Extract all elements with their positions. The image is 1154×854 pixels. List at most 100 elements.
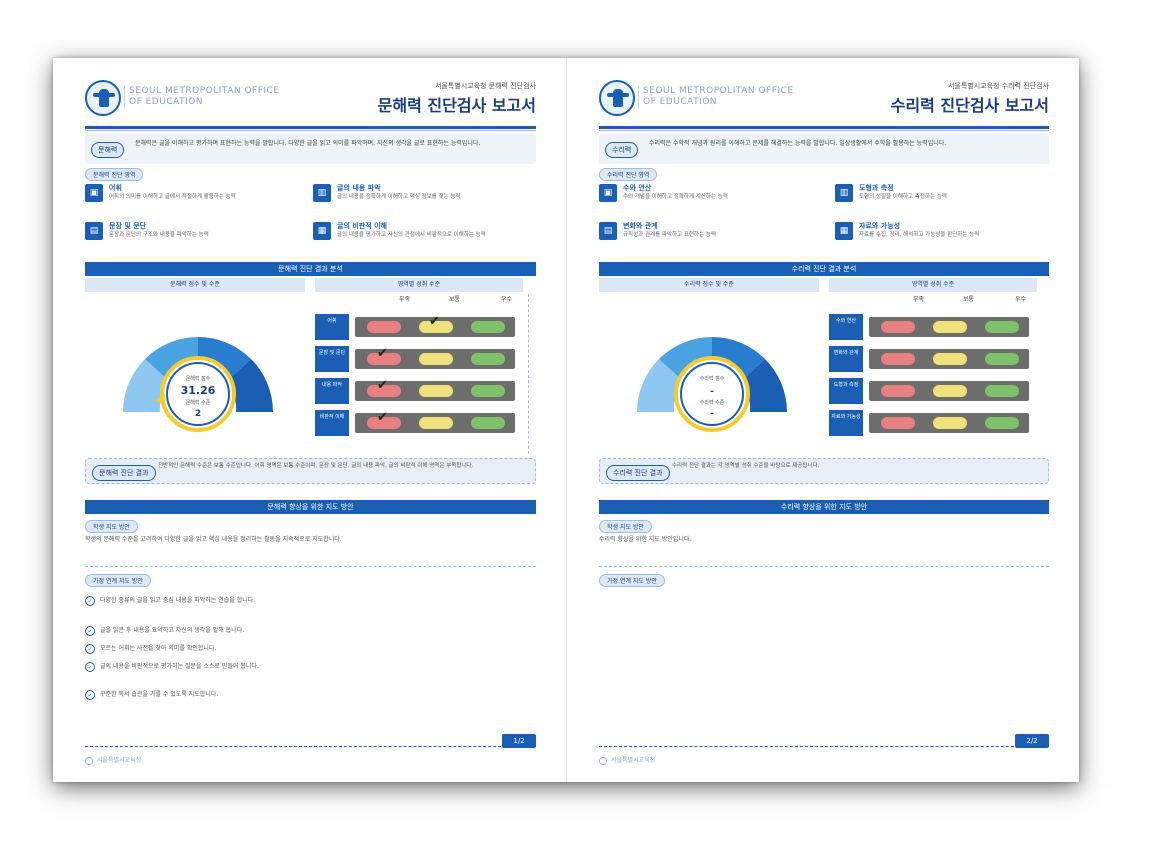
check-icon: ✔ (377, 410, 388, 425)
shape-icon: ▥ (835, 184, 853, 202)
result-summary-box: 수리력 진단 결과 수리력 진단 결과는 각 영역별 성취 수준을 바탕으로 제… (599, 458, 1049, 484)
row-label: 문장 및 문단 (315, 346, 349, 372)
area-desc: 어휘의 의미를 이해하고 글에서 적절하게 활용하는 능력 (109, 194, 236, 200)
lamp-head-low: 부족 (913, 296, 925, 303)
result-text: 수리력 진단 결과는 각 영역별 성취 수준을 바탕으로 제공됩니다. (672, 463, 820, 469)
lamp-row: 도형과 측정 (829, 378, 1034, 404)
lamp-high (985, 385, 1019, 397)
lamp-bar (869, 349, 1029, 369)
tip-bullet-icon: ✓ (85, 626, 95, 636)
tip-text: 글을 읽은 후 내용을 요약하고 자신의 생각을 말해 봅니다. (100, 627, 245, 634)
guide-text: 학생의 문해력 수준을 고려하여 다양한 글을 읽고 핵심 내용을 정리하는 활… (85, 536, 342, 543)
row-label: 수와 연산 (829, 314, 863, 340)
row-label: 내용 파악 (315, 378, 349, 404)
seoul-education-logo-icon (85, 80, 121, 116)
tip-text: 꾸준한 독서 습관을 기를 수 있도록 지도합니다. (100, 691, 219, 698)
footer-logo-icon (85, 756, 93, 765)
report-title: 문해력 진단검사 보고서 (377, 96, 536, 115)
area-desc: 수의 개념을 이해하고 정확하게 계산하는 능력 (623, 194, 728, 200)
relation-icon: ▤ (599, 222, 617, 240)
lamp-row: 변화와 관계 (829, 346, 1034, 372)
lamp-mid (419, 385, 453, 397)
achievement-lights: 부족 보통 우수 어휘 ✔ 문장 및 문단 ✔ 내용 파악 ✔ 비판적 이해 ✔ (315, 294, 523, 444)
lamp-bar: ✔ (355, 378, 515, 401)
org-name: SEOUL METROPOLITAN OFFICE OF EDUCATION (124, 86, 280, 108)
tip-item: ✓ 글을 읽은 후 내용을 요약하고 자신의 생각을 말해 봅니다. (85, 626, 536, 642)
lamp-row: 수와 연산 (829, 314, 1034, 340)
area-item: ▦ 자료와 가능성 자료를 수집, 정리, 해석하고 가능성을 판단하는 능력 (835, 220, 1050, 254)
header-divider (85, 126, 536, 129)
tip-bullet-icon: ✓ (85, 596, 95, 606)
lamp-row: 비판적 이해 ✔ (315, 410, 520, 436)
footer-logo-icon (599, 756, 607, 765)
intro-box: 문해력 문해력은 글을 이해하고 평가하며 표현하는 능력을 말합니다. 다양한… (85, 134, 536, 164)
gauge-score: 31.26 (181, 384, 216, 397)
result-band: 수리력 진단 결과 분석 (599, 262, 1049, 276)
check-icon: ✔ (429, 314, 440, 329)
result-band: 문해력 진단 결과 분석 (85, 262, 536, 276)
org-name: SEOUL METROPOLITAN OFFICE OF EDUCATION (638, 86, 794, 108)
numeracy-report-page: SEOUL METROPOLITAN OFFICE OF EDUCATION 서… (566, 58, 1079, 782)
row-label: 도형과 측정 (829, 378, 863, 404)
area-item: ▣ 어휘 어휘의 의미를 이해하고 글에서 적절하게 활용하는 능력 (85, 182, 300, 216)
achievement-lights: 부족 보통 우수 수와 연산 변화와 관계 도형과 측정 자료와 가능성 (829, 294, 1037, 444)
lamp-low (881, 417, 915, 429)
lamp-mid (933, 321, 967, 333)
lamp-high (985, 321, 1019, 333)
lamp-head-mid: 보통 (449, 296, 461, 303)
intro-text: 문해력은 글을 이해하고 평가하며 표현하는 능력을 말합니다. 다양한 글을 … (135, 140, 481, 147)
row-label: 자료와 가능성 (829, 410, 863, 436)
footer-divider (85, 746, 536, 747)
lamp-head-high: 우수 (1015, 296, 1027, 303)
lamp-mid (419, 353, 453, 365)
section-dash (599, 566, 1049, 567)
footer: 서울특별시교육청 (599, 755, 655, 765)
area-name: 자료와 가능성 (859, 222, 901, 230)
lamp-bar (869, 317, 1029, 337)
lamp-bar (869, 381, 1029, 401)
tips-tag: 가정 연계 지도 방안 (85, 574, 151, 587)
areas-tag: 수리력 진단 영역 (599, 168, 658, 181)
lamp-mid (419, 417, 453, 429)
footer-text: 서울특별시교육청 (611, 757, 656, 764)
area-desc: 자료를 수집, 정리, 해석하고 가능성을 판단하는 능력 (859, 232, 980, 238)
lamp-bar: ✔ (355, 346, 515, 369)
literacy-report-page: SEOUL METROPOLITAN OFFICE OF EDUCATION 서… (53, 58, 566, 782)
lamp-high (471, 385, 505, 397)
critical-icon: ▦ (313, 222, 331, 240)
area-name: 도형과 측정 (859, 184, 894, 192)
lamp-high (471, 417, 505, 429)
tip-item: ✓ 글의 내용을 비판적으로 평가하는 질문을 스스로 만들어 봅니다. (85, 662, 536, 678)
viewer-stage: SEOUL METROPOLITAN OFFICE OF EDUCATION 서… (0, 0, 1154, 854)
tip-bullet-icon: ✓ (85, 644, 95, 654)
tip-bullet-icon: ✓ (85, 662, 95, 672)
result-pill: 문해력 진단 결과 (92, 465, 156, 481)
tip-item: ✓ 다양한 종류의 글을 읽고 중심 내용을 파악하는 연습을 합니다. (85, 596, 536, 612)
guide-tag: 학생 지도 방안 (599, 520, 652, 533)
intro-box: 수리력 수리력은 수학적 개념과 원리를 이해하고 문제를 해결하는 능력을 말… (599, 134, 1049, 164)
vocabulary-icon: ▣ (85, 184, 103, 202)
row-label: 비판적 이해 (315, 410, 349, 436)
gauge-score: - (710, 387, 714, 397)
lamp-low (881, 353, 915, 365)
intro-text: 수리력은 수학적 개념과 원리를 이해하고 문제를 해결하는 능력을 말합니다.… (649, 140, 947, 147)
areas-grid: ▣ 수와 연산 수의 개념을 이해하고 정확하게 계산하는 능력 ▤ 변화와 관… (599, 182, 1049, 260)
area-item: ▥ 도형과 측정 도형의 성질을 이해하고 측정하는 능력 (835, 182, 1050, 216)
tip-bullet-icon: ✓ (85, 690, 95, 700)
tip-text: 다양한 종류의 글을 읽고 중심 내용을 파악하는 연습을 합니다. (100, 597, 256, 604)
gauge-level-label: 문해력 수준 (186, 399, 211, 406)
check-icon: ✔ (377, 346, 388, 361)
header-divider-thin (599, 130, 1049, 131)
page-header: SEOUL METROPOLITAN OFFICE OF EDUCATION 서… (599, 78, 1049, 122)
gauge-level: 2 (195, 409, 201, 419)
lamp-low (881, 321, 915, 333)
area-desc: 도형의 성질을 이해하고 측정하는 능력 (859, 194, 947, 200)
report-title: 수리력 진단검사 보고서 (890, 96, 1049, 115)
lamp-high (471, 321, 505, 333)
lamp-high (471, 353, 505, 365)
achievement-column-head: 영역별 성취 수준 (315, 278, 523, 292)
area-name: 문장 및 문단 (109, 222, 147, 230)
footer-divider (599, 746, 1049, 747)
area-item: ▦ 글의 비판적 이해 글의 내용을 평가하고 자신의 관점에서 비판적으로 이… (313, 220, 528, 254)
tips-tag: 가정 연계 지도 방안 (599, 574, 665, 587)
